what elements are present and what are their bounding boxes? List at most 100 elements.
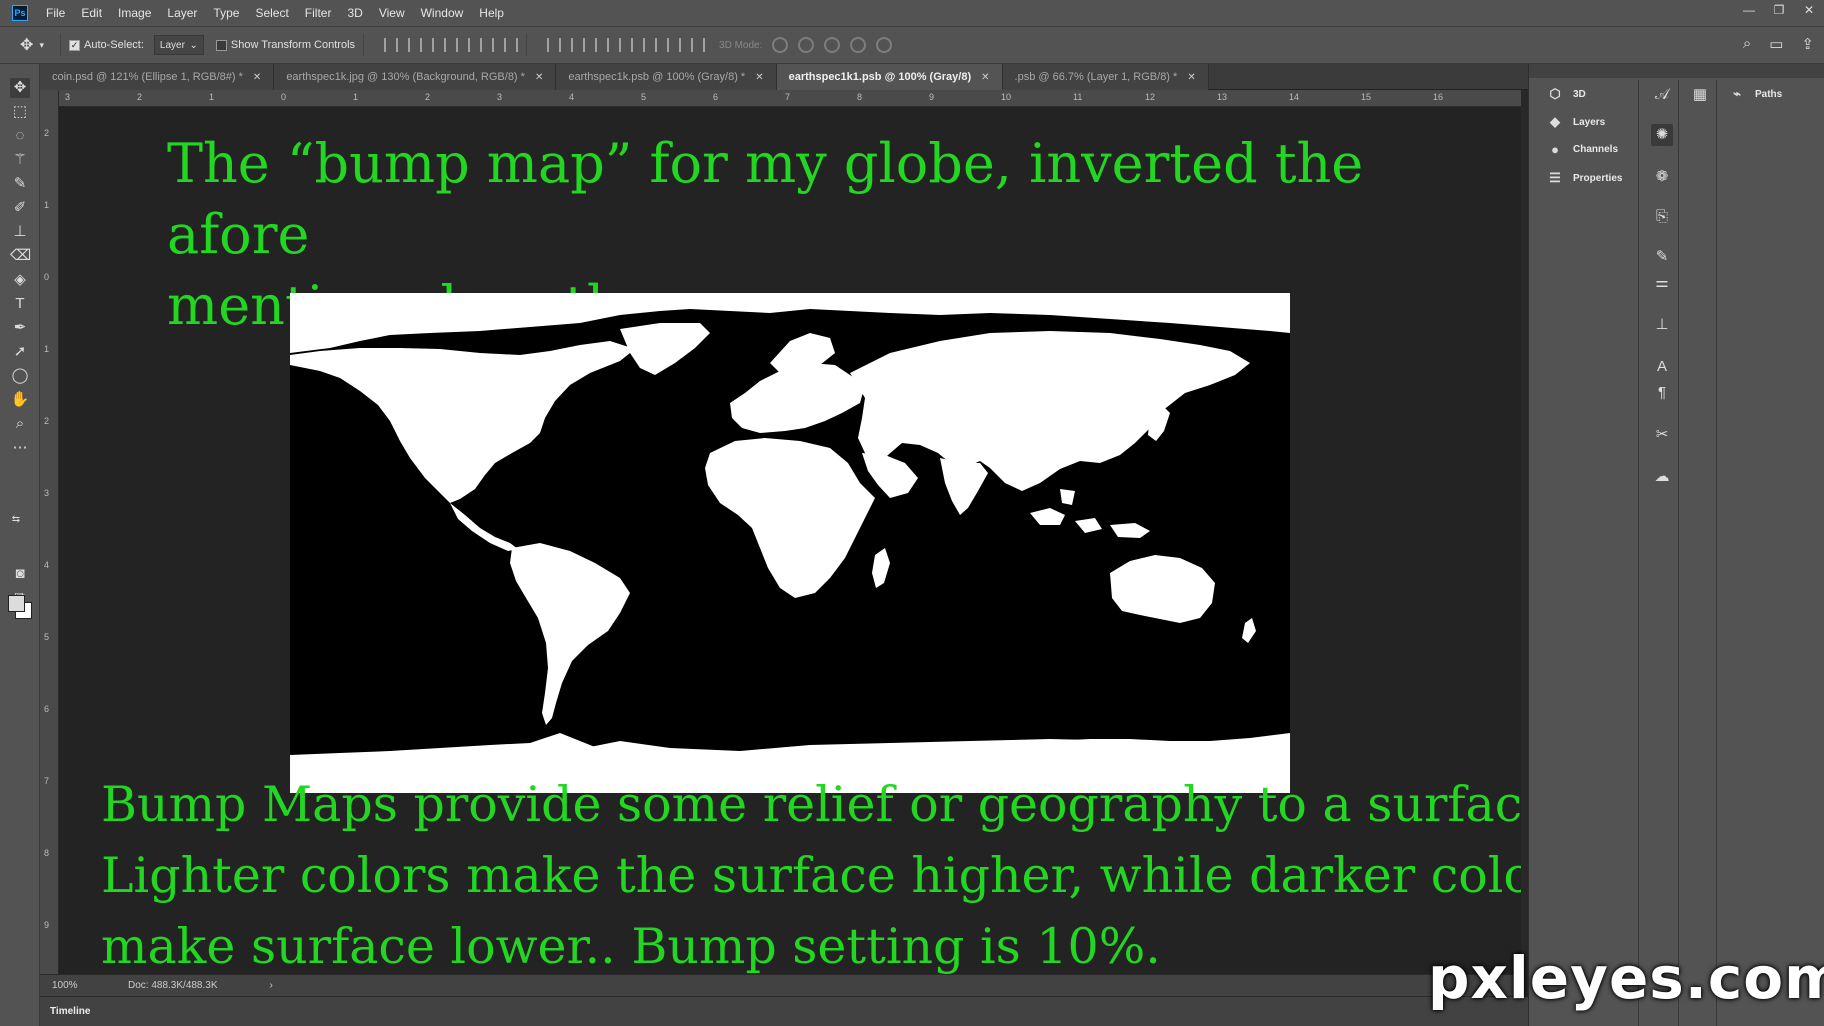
panel-paths[interactable]: ⌁ Paths <box>1729 86 1782 102</box>
menu-file[interactable]: File <box>38 0 73 26</box>
auto-select-checkbox[interactable]: ✓ Auto-Select: <box>69 39 144 51</box>
menu-view[interactable]: View <box>371 0 413 26</box>
roll-3d-camera-icon[interactable] <box>798 37 815 53</box>
menu-filter[interactable]: Filter <box>297 0 340 26</box>
color-palette-icon[interactable]: ❁ <box>1651 166 1673 188</box>
minimize-button[interactable]: — <box>1734 0 1764 20</box>
close-button[interactable]: ✕ <box>1794 0 1824 20</box>
auto-select-target-dropdown[interactable]: Layer ⌄ <box>153 35 204 55</box>
magic-wand-tool-icon[interactable]: ⚚ <box>10 150 30 170</box>
tab-earthspec1k1-psb[interactable]: earthspec1k1.psb @ 100% (Gray/8) ✕ <box>776 64 1003 90</box>
show-transform-controls-checkbox[interactable]: Show Transform Controls <box>215 39 355 51</box>
foreground-color-swatch[interactable] <box>8 595 25 612</box>
distribute-bottom-icon[interactable] <box>595 38 610 52</box>
orbit-3d-camera-icon[interactable] <box>772 37 789 53</box>
align-right-edges-icon[interactable] <box>504 38 519 52</box>
distribute-top-icon[interactable] <box>547 38 562 52</box>
path-selection-tool-icon[interactable]: ➚ <box>10 342 30 362</box>
align-bottom-edges-icon[interactable] <box>432 38 447 52</box>
close-tab-icon[interactable]: ✕ <box>755 72 763 83</box>
menu-image[interactable]: Image <box>110 0 159 26</box>
ruler-tick-label: 5 <box>44 632 50 642</box>
tab-earthspec1k-jpg[interactable]: earthspec1k.jpg @ 130% (Background, RGB/… <box>274 64 557 90</box>
dock-header <box>1529 64 1824 78</box>
tab-label: earthspec1k.jpg @ 130% (Background, RGB/… <box>286 71 525 83</box>
eyedropper-tool-icon[interactable]: ✎ <box>10 174 30 194</box>
horizontal-ruler[interactable]: 3 2 1 0 1 2 3 4 5 6 7 8 9 10 11 12 13 14 15 16 <box>59 90 1521 107</box>
default-colors-icon[interactable]: ⇆ <box>6 510 26 530</box>
marquee-tool-icon[interactable]: ⬚ <box>10 102 30 122</box>
lasso-tool-icon[interactable]: ◌ <box>10 126 30 146</box>
tab-layer1-psb[interactable]: .psb @ 66.7% (Layer 1, RGB/8) * ✕ <box>1002 64 1209 90</box>
paint-bucket-tool-icon[interactable]: ◈ <box>10 270 30 290</box>
clone-source-icon[interactable]: ⊥ <box>1651 314 1673 336</box>
timeline-tab[interactable]: Timeline <box>40 1006 90 1017</box>
channels-icon: ● <box>1551 142 1559 157</box>
menu-type[interactable]: Type <box>205 0 247 26</box>
quick-mask-icon[interactable]: ◙ <box>10 564 30 584</box>
distribute-vertical-centers-icon[interactable] <box>571 38 586 52</box>
search-icon[interactable]: ⌕ <box>1743 35 1751 53</box>
tab-coin[interactable]: coin.psd @ 121% (Ellipse 1, RGB/8#) * ✕ <box>40 64 275 90</box>
ellipse-tool-icon[interactable]: ◯ <box>10 366 30 386</box>
zoom-level[interactable]: 100% <box>40 980 86 991</box>
ruler-tick-label: 1 <box>44 344 50 354</box>
align-horizontal-centers-icon[interactable] <box>480 38 495 52</box>
eraser-tool-icon[interactable]: ⌫ <box>10 246 31 266</box>
close-tab-icon[interactable]: ✕ <box>535 72 543 83</box>
auto-align-layers-icon[interactable] <box>691 38 706 52</box>
tab-earthspec1k-psb[interactable]: earthspec1k.psb @ 100% (Gray/8) * ✕ <box>556 64 777 90</box>
move-tool-preset-icon[interactable]: ✥ ▾ <box>12 35 52 55</box>
menu-select[interactable]: Select <box>247 0 296 26</box>
close-tab-icon[interactable]: ✕ <box>253 72 261 83</box>
panel-3d[interactable]: ⬡ 3D <box>1547 86 1585 102</box>
distribute-right-icon[interactable] <box>667 38 682 52</box>
more-tools-icon[interactable]: ⋯ <box>10 438 30 458</box>
align-top-edges-icon[interactable] <box>384 38 399 52</box>
menu-3d[interactable]: 3D <box>339 0 370 26</box>
menu-help[interactable]: Help <box>471 0 512 26</box>
share-icon[interactable]: ⇪ <box>1801 35 1814 53</box>
brush-presets-icon[interactable]: ✎ <box>1651 246 1673 268</box>
distribute-horizontal-centers-icon[interactable] <box>643 38 658 52</box>
checkbox-checked-icon[interactable]: ✓ <box>69 39 80 51</box>
hand-tool-icon[interactable]: ✋ <box>10 390 30 410</box>
adjustments-icon[interactable]: ✺ <box>1651 124 1673 146</box>
menu-layer[interactable]: Layer <box>159 0 205 26</box>
align-vertical-centers-icon[interactable] <box>408 38 423 52</box>
ruler-tick-label: 6 <box>713 92 719 102</box>
panel-layers[interactable]: ◆ Layers <box>1547 114 1605 130</box>
character-styles-icon[interactable]: 𝒜 <box>1651 84 1673 106</box>
distribute-left-icon[interactable] <box>619 38 634 52</box>
slide-3d-camera-icon[interactable] <box>850 37 867 53</box>
restore-button[interactable]: ❐ <box>1764 0 1794 20</box>
paragraph-icon[interactable]: ¶ <box>1651 382 1673 404</box>
close-tab-icon[interactable]: ✕ <box>981 72 989 83</box>
pen-tool-icon[interactable]: ✒ <box>10 318 30 338</box>
character-icon[interactable]: A <box>1651 356 1673 378</box>
type-tool-icon[interactable]: T <box>10 294 30 314</box>
move-tool-icon[interactable]: ✥ <box>10 78 30 98</box>
align-left-edges-icon[interactable] <box>456 38 471 52</box>
document-canvas[interactable]: The “bump map” for my globe, inverted th… <box>59 107 1521 974</box>
workspace-switcher-icon[interactable]: ▭ <box>1769 35 1783 53</box>
vertical-ruler[interactable]: 2 1 0 1 2 3 4 5 6 7 8 9 <box>40 90 59 974</box>
clone-stamp-tool-icon[interactable]: ⊥ <box>10 222 30 242</box>
swatches-grid-icon[interactable]: ▦ <box>1689 84 1711 106</box>
zoom-3d-camera-icon[interactable] <box>876 37 893 53</box>
close-tab-icon[interactable]: ✕ <box>1187 72 1195 83</box>
status-menu-arrow-icon[interactable]: › <box>270 980 273 991</box>
zoom-tool-icon[interactable]: ⌕ <box>10 414 30 434</box>
menu-window[interactable]: Window <box>413 0 472 26</box>
brush-tool-icon[interactable]: ✐ <box>10 198 30 218</box>
panel-channels[interactable]: ● Channels <box>1547 142 1618 157</box>
history-icon[interactable]: ⎘ <box>1651 206 1673 228</box>
panel-properties[interactable]: ☰ Properties <box>1547 170 1622 186</box>
checkbox-unchecked-icon[interactable] <box>215 39 227 51</box>
tool-presets-icon[interactable]: ✂ <box>1651 424 1673 446</box>
panel-label: Channels <box>1573 144 1619 155</box>
menu-edit[interactable]: Edit <box>73 0 110 26</box>
pan-3d-camera-icon[interactable] <box>824 37 841 53</box>
brush-settings-icon[interactable]: ⚌ <box>1651 272 1673 294</box>
libraries-icon[interactable]: ☁ <box>1651 466 1673 488</box>
